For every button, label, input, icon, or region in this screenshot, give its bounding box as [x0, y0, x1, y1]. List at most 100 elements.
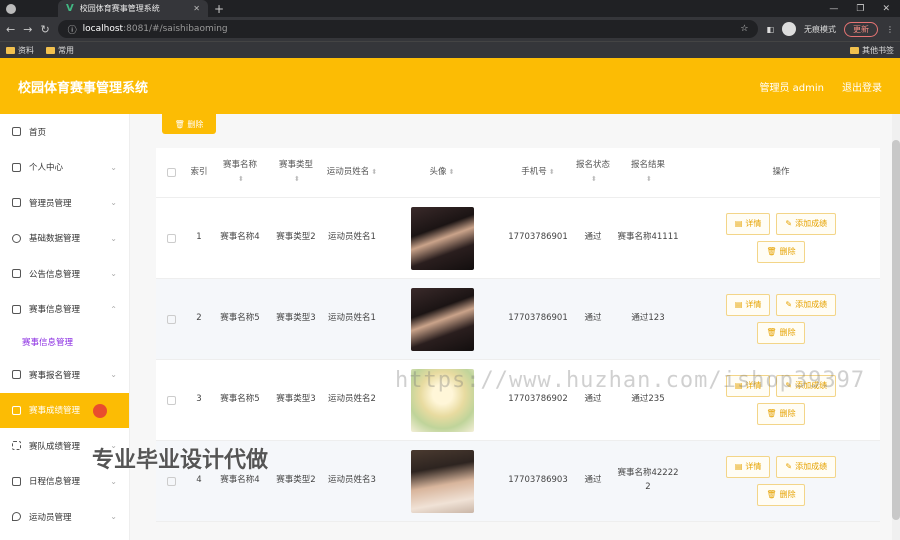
flag-icon: [12, 198, 21, 208]
avatar[interactable]: [410, 206, 474, 270]
page-title: 校园体育赛事管理系统: [18, 80, 149, 96]
col-athlete[interactable]: 运动员姓名 ⬍: [324, 166, 380, 180]
chevron-up-icon: ⌃: [110, 304, 117, 314]
col-type[interactable]: 赛事类型 ⬍: [268, 159, 324, 186]
chevron-down-icon: ⌄: [110, 512, 117, 522]
sidebar-item-home[interactable]: 首页: [0, 114, 129, 150]
home-icon: [12, 127, 21, 137]
col-phone[interactable]: 手机号 ⬍: [504, 166, 572, 180]
avatar[interactable]: [410, 287, 474, 351]
sort-icon[interactable]: ⬍: [591, 175, 597, 183]
bookmark-folder[interactable]: 资料: [6, 45, 34, 56]
sidebar-item-notices[interactable]: 公告信息管理 ⌄: [0, 256, 129, 292]
chevron-down-icon: ⌄: [110, 476, 117, 486]
sidebar-item-base-data[interactable]: 基础数据管理 ⌄: [0, 221, 129, 257]
browser-menu-icon[interactable]: [6, 3, 16, 14]
scan-icon: [12, 441, 21, 451]
promo-text: 专业毕业设计代做: [92, 448, 269, 473]
chevron-down-icon: ⌄: [110, 162, 117, 172]
maximize-icon[interactable]: ❐: [856, 4, 864, 14]
folder-icon: [46, 46, 55, 54]
detail-button[interactable]: ▤ 详情: [725, 213, 771, 235]
reload-icon[interactable]: ↻: [40, 23, 49, 36]
close-window-icon[interactable]: ✕: [882, 4, 890, 14]
minimize-icon[interactable]: —: [829, 4, 838, 14]
row-checkbox[interactable]: [166, 233, 176, 243]
table-header: 索引 赛事名称 ⬍ 赛事类型 ⬍ 运动员姓名 ⬍ 头像 ⬍ 手机号 ⬍ 报名状态 ⬍ 报名结…: [156, 148, 880, 198]
add-score-button[interactable]: ✎ 添加成绩: [776, 456, 837, 478]
trash-icon: 🗑: [766, 408, 777, 418]
sidebar-item-admins[interactable]: 管理员管理 ⌄: [0, 185, 129, 221]
tab-title: 校园体育赛事管理系统: [79, 4, 160, 13]
browser-toolbar: ← → ↻ ⓘ localhost:8081/#/saishibaoming ☆…: [0, 17, 900, 41]
sort-icon[interactable]: ⬍: [238, 175, 244, 183]
sort-icon[interactable]: ⬍: [371, 168, 377, 176]
sort-icon[interactable]: ⬍: [449, 167, 455, 178]
batch-delete-button[interactable]: 🗑 删除: [162, 114, 216, 134]
table-row: 1 赛事名称4 赛事类型2 运动员姓名1 17703786901 通过 赛事名称…: [156, 198, 880, 279]
bookmarks-bar: 资料 常用 其他书签: [0, 41, 900, 58]
avatar[interactable]: [410, 449, 474, 513]
col-result[interactable]: 报名结果 ⬍: [614, 159, 682, 186]
other-bookmarks[interactable]: 其他书签: [850, 45, 894, 56]
add-score-button[interactable]: ✎ 添加成绩: [776, 294, 837, 316]
col-status[interactable]: 报名状态 ⬍: [572, 159, 614, 186]
sidebar-item-registrations[interactable]: 赛事报名管理 ⌄: [0, 357, 129, 393]
table-row: 2 赛事名称5 赛事类型3 运动员姓名1 17703786901 通过 通过12…: [156, 279, 880, 360]
row-checkbox[interactable]: [166, 314, 176, 324]
row-checkbox[interactable]: [166, 395, 176, 405]
edit-icon: ✎: [785, 461, 793, 471]
sidebar-item-athletes[interactable]: 运动员管理 ⌄: [0, 499, 129, 535]
current-user: 管理员 admin: [759, 82, 824, 94]
edit-icon: ✎: [785, 299, 793, 309]
add-score-button[interactable]: ✎ 添加成绩: [776, 213, 837, 235]
browser-menu-dots-icon[interactable]: ⋮: [886, 25, 894, 34]
sort-icon[interactable]: ⬍: [646, 175, 652, 183]
info-icon[interactable]: ⓘ: [68, 23, 77, 36]
address-bar[interactable]: ⓘ localhost:8081/#/saishibaoming ☆: [57, 20, 759, 38]
sidebar-subitem-events[interactable]: 赛事信息管理: [0, 327, 129, 357]
document-icon: ▤: [734, 218, 743, 228]
chevron-down-icon: ⌄: [110, 370, 117, 380]
browser-tab[interactable]: V 校园体育赛事管理系统 ✕: [58, 0, 208, 17]
cursor-highlight: [93, 403, 107, 418]
scrollbar-thumb[interactable]: [892, 140, 900, 520]
bookmark-star-icon[interactable]: ☆: [740, 24, 748, 34]
logout-link[interactable]: 退出登录: [842, 79, 882, 94]
sidebar-item-profile[interactable]: 个人中心 ⌄: [0, 150, 129, 186]
sidebar: 首页 个人中心 ⌄ 管理员管理 ⌄ 基础数据管理 ⌄ 公告信息管理 ⌄ 赛事信息管理 ⌃ …: [0, 114, 130, 540]
update-button[interactable]: 更新: [844, 21, 878, 37]
sort-icon[interactable]: ⬍: [294, 175, 300, 183]
col-index: 索引: [190, 166, 208, 177]
app-header: 校园体育赛事管理系统 管理员 admin 退出登录: [0, 58, 900, 114]
delete-button[interactable]: 🗑 删除: [757, 241, 805, 263]
chevron-down-icon: ⌄: [110, 233, 117, 243]
detail-button[interactable]: ▤ 详情: [725, 294, 771, 316]
delete-button[interactable]: 🗑 删除: [757, 484, 805, 506]
sidebar-toggle-icon[interactable]: ◧: [766, 25, 774, 34]
sidebar-item-scores[interactable]: 赛事成绩管理: [0, 392, 129, 428]
new-tab-icon[interactable]: +: [214, 2, 224, 16]
chevron-down-icon: ⌄: [110, 198, 117, 208]
close-tab-icon[interactable]: ✕: [193, 4, 200, 13]
chevron-down-icon: ⌄: [110, 269, 117, 279]
trash-icon: 🗑: [766, 246, 777, 256]
forward-icon[interactable]: →: [23, 23, 32, 36]
watermark-text: https://www.huzhan.com/ishop39397: [395, 368, 866, 393]
sort-icon[interactable]: ⬍: [549, 167, 555, 178]
col-avatar[interactable]: 头像 ⬍: [380, 166, 504, 180]
delete-button[interactable]: 🗑 删除: [757, 322, 805, 344]
profile-icon[interactable]: [782, 22, 796, 36]
col-name[interactable]: 赛事名称 ⬍: [212, 159, 268, 186]
row-checkbox[interactable]: [166, 476, 176, 486]
bookmark-folder[interactable]: 常用: [46, 45, 74, 56]
detail-button[interactable]: ▤ 详情: [725, 456, 771, 478]
window-controls: — ❐ ✕: [829, 4, 900, 14]
document-icon: ▤: [734, 299, 743, 309]
sidebar-item-events[interactable]: 赛事信息管理 ⌃: [0, 292, 129, 328]
select-all-checkbox[interactable]: [166, 168, 176, 177]
back-icon[interactable]: ←: [6, 23, 15, 36]
delete-button[interactable]: 🗑 删除: [757, 403, 805, 425]
scrollbar[interactable]: [892, 114, 900, 540]
content-area: 🗑 删除 索引 赛事名称 ⬍ 赛事类型 ⬍ 运动员姓名 ⬍ 头像 ⬍ 手机号 ⬍ 报名状态…: [130, 114, 900, 540]
